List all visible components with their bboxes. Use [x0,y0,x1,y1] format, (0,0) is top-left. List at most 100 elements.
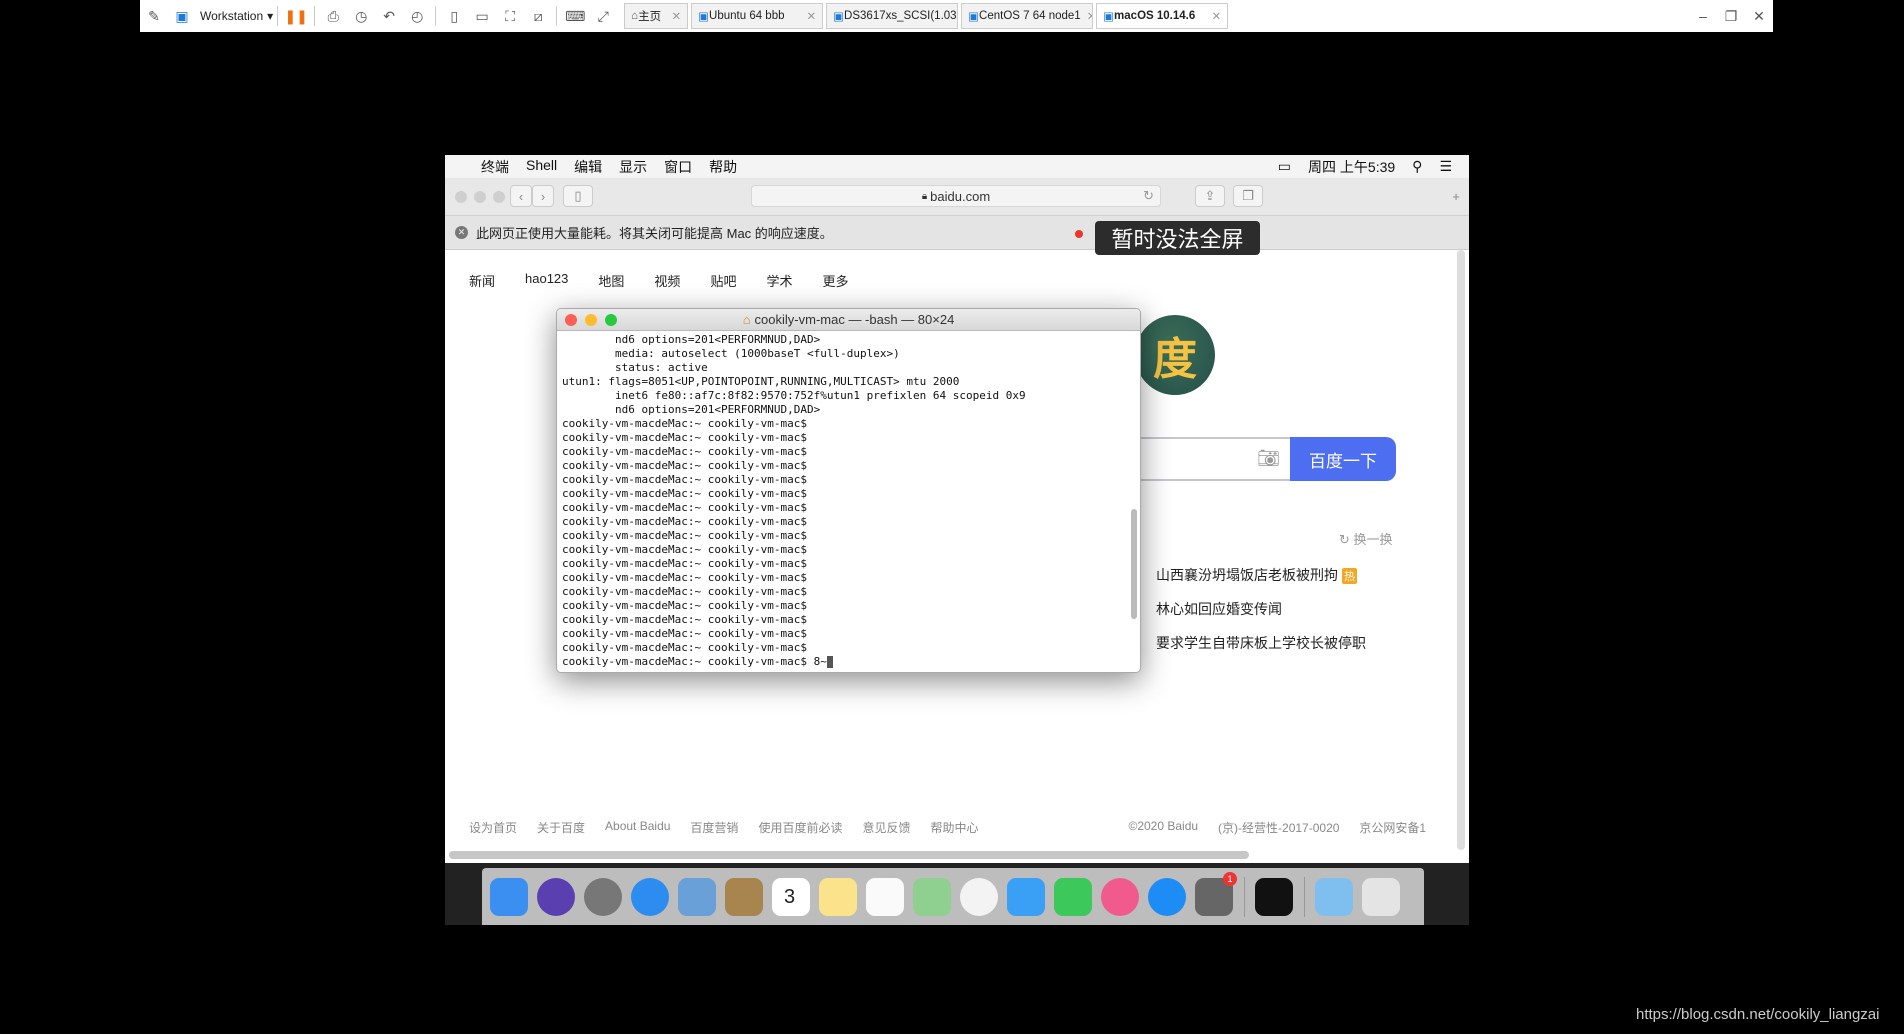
snapshot-icon[interactable]: ◷ [350,5,372,27]
nav-link[interactable]: 学术 [766,271,792,290]
close-tab-icon[interactable]: ✕ [1081,9,1092,23]
clock[interactable]: 周四 上午5:39 [1308,157,1395,177]
stretch-icon[interactable]: ⤢ [592,5,614,27]
terminal-output[interactable]: nd6 options=201<PERFORMNUD,DAD> media: a… [557,331,1140,671]
back-button[interactable]: ‹ [510,185,532,207]
hot-item[interactable]: 林心如回应婚变传闻 [1156,599,1366,633]
nav-link[interactable]: hao123 [525,271,568,290]
baidu-logo[interactable]: 度 [1135,315,1215,395]
chevron-down-icon[interactable]: ▾ [267,9,273,23]
hot-item[interactable]: 要求学生自带床板上学校长被停职 [1156,633,1366,667]
footer-link[interactable]: 关于百度 [537,819,585,836]
airplay-icon[interactable]: ▭ [1278,158,1291,175]
reminders-icon[interactable] [866,877,904,916]
share-icon[interactable]: ⇪ [1195,185,1225,207]
new-tab-icon[interactable]: + [1445,185,1467,207]
menu-item[interactable]: 帮助 [709,157,737,177]
contacts-icon[interactable] [725,877,763,916]
vm-tab[interactable]: ▣ CentOS 7 64 node1✕ [961,3,1094,29]
minimize-button[interactable] [585,314,597,326]
address-bar[interactable]: 🔒︎ baidu.com ↻ [751,185,1161,207]
camera-icon[interactable]: 📷︎ [1257,448,1280,469]
downloads-icon[interactable] [1315,877,1353,916]
finder-icon[interactable] [490,877,528,916]
vertical-scrollbar[interactable] [1457,250,1465,850]
close-tab-icon[interactable]: ✕ [666,9,682,23]
footer-link[interactable]: 设为首页 [469,819,517,836]
pause-icon[interactable]: ❚❚ [284,5,307,27]
snapshot-manager-icon[interactable]: ◴ [406,5,428,27]
photos-icon[interactable] [960,877,998,916]
close-window-button[interactable] [455,191,467,203]
horizontal-scrollbar[interactable] [449,851,1249,859]
spotlight-icon[interactable]: ⚲ [1412,158,1422,175]
nav-link[interactable]: 更多 [822,271,848,290]
nav-link[interactable]: 新闻 [469,271,495,290]
close-notice-icon[interactable]: ✕ [455,226,468,239]
terminal-scrollbar[interactable] [1131,509,1137,619]
close-button[interactable] [565,314,577,326]
footer-link[interactable]: ©2020 Baidu [1128,819,1198,836]
menu-item[interactable]: 编辑 [574,157,602,177]
close-tab-icon[interactable]: ✕ [801,9,817,23]
refresh-hot-button[interactable]: ↻ 换一换 [1339,529,1393,548]
calendar-icon[interactable]: 3 [772,877,810,916]
reload-icon[interactable]: ↻ [1143,188,1154,204]
workstation-menu[interactable]: Workstation [200,9,263,23]
zoom-button[interactable] [605,314,617,326]
mail-icon[interactable] [678,877,716,916]
footer-link[interactable]: (京)-经营性-2017-0020 [1218,819,1339,836]
menu-item[interactable]: Shell [526,157,557,177]
siri-icon[interactable] [537,877,575,916]
vm-tab[interactable]: ▣ DS3617xs_SCSI(1.03b+DSM6...✕ [826,3,959,29]
notification-center-icon[interactable]: ☰ [1439,158,1452,175]
menu-item[interactable]: 窗口 [664,157,692,177]
footer-link[interactable]: About Baidu [605,819,670,836]
launchpad-icon[interactable] [584,877,622,916]
nav-link[interactable]: 贴吧 [710,271,736,290]
footer-link[interactable]: 帮助中心 [930,819,978,836]
zoom-window-button[interactable] [493,191,505,203]
terminal-icon[interactable] [1255,877,1293,916]
pin-icon[interactable]: ✎ [143,5,165,27]
app-store-icon[interactable] [1148,877,1186,916]
tabs-overview-icon[interactable]: ❐ [1233,185,1263,207]
fullscreen-icon[interactable]: ⛶ [499,5,521,27]
vm-tab[interactable]: ▣ Ubuntu 64 bbb ✕ [691,3,824,29]
revert-snapshot-icon[interactable]: ↶ [378,5,400,27]
console-icon[interactable]: ⌨ [564,5,586,27]
nav-link[interactable]: 视频 [654,271,680,290]
send-keys-icon[interactable]: ⎙ [322,5,344,27]
forward-button[interactable]: › [532,185,554,207]
facetime-icon[interactable] [1054,877,1092,916]
thumbnail-view-icon[interactable]: ▭ [471,5,493,27]
minimize-window-button[interactable] [474,191,486,203]
sidebar-view-icon[interactable]: ▯ [443,5,465,27]
close-tab-icon[interactable]: ✕ [1206,9,1222,23]
close-icon[interactable]: ✕ [1748,5,1770,27]
safari-icon[interactable] [631,877,669,916]
menu-item[interactable]: 终端 [481,157,509,177]
messages-icon[interactable] [1007,877,1045,916]
restore-icon[interactable]: ❐ [1720,5,1742,27]
footer-link[interactable]: 意见反馈 [862,819,910,836]
system-preferences-icon[interactable]: 1 [1195,871,1237,916]
maps-icon[interactable] [913,877,951,916]
terminal-window[interactable]: ⌂ cookily-vm-mac — -bash — 80×24 nd6 opti… [556,308,1141,673]
notes-icon[interactable] [819,877,857,916]
search-button[interactable]: 百度一下 [1290,437,1396,481]
footer-link[interactable]: 使用百度前必读 [758,819,842,836]
trash-icon[interactable] [1362,877,1400,916]
footer-link[interactable]: 京公网安备1 [1359,819,1426,836]
nav-link[interactable]: 地图 [598,271,624,290]
terminal-titlebar[interactable]: ⌂ cookily-vm-mac — -bash — 80×24 [557,309,1140,331]
itunes-icon[interactable] [1101,877,1139,916]
minimize-icon[interactable]: – [1692,5,1714,27]
footer-link[interactable]: 百度营销 [690,819,738,836]
vm-tab[interactable]: ⌂ 主页 ✕ [624,3,689,29]
unity-icon[interactable]: ⧄ [527,5,549,27]
hot-item[interactable]: 山西襄汾坍塌饭店老板被刑拘热 [1156,565,1366,599]
sidebar-toggle-icon[interactable]: ▯ [563,185,593,207]
menu-item[interactable]: 显示 [619,157,647,177]
vm-tab[interactable]: ▣ macOS 10.14.6 ✕ [1096,3,1229,29]
